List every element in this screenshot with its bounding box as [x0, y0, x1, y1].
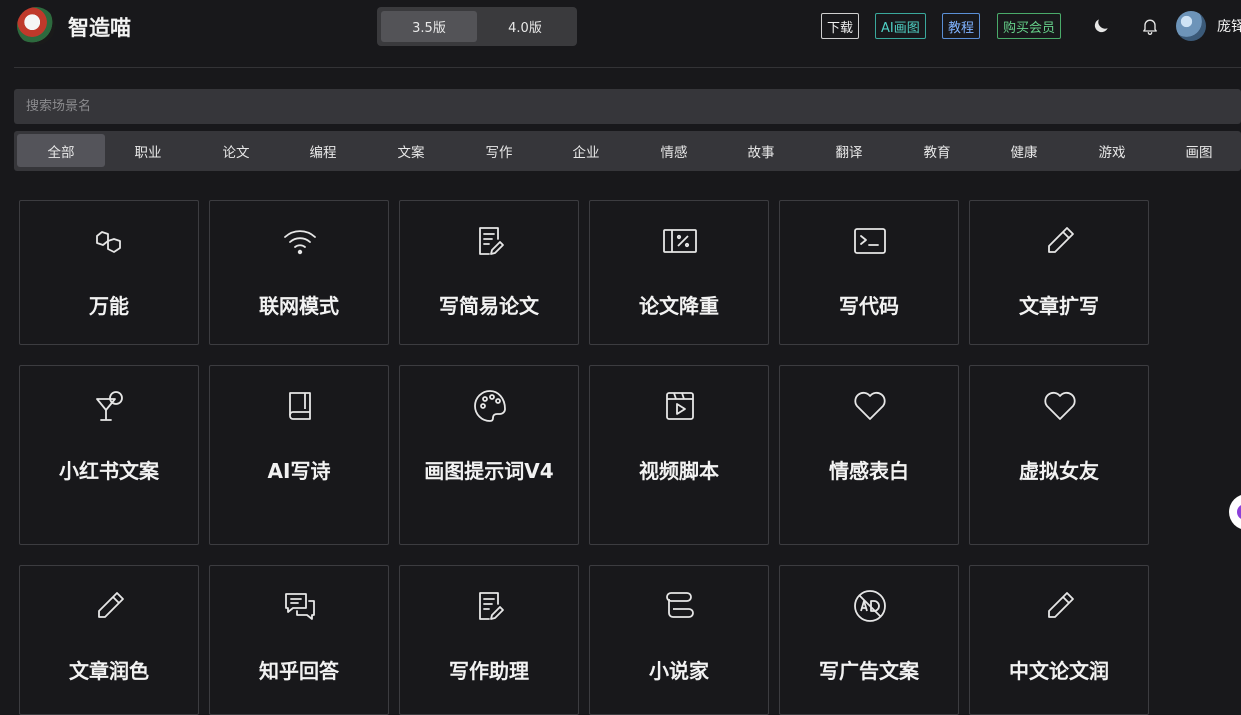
tab-translation[interactable]: 翻译: [805, 134, 893, 167]
top-bar: 智造喵 3.5版 4.0版 下载 AI画图 教程 购买会员 庞铎: [0, 0, 1241, 54]
scroll-icon: [661, 587, 699, 625]
scene-card[interactable]: 联网模式: [209, 200, 389, 345]
heart-icon: [1041, 387, 1079, 425]
scene-card[interactable]: 论文降重: [589, 200, 769, 345]
scene-card-label: 写简易论文: [439, 294, 539, 318]
scene-card-label: 论文降重: [639, 294, 719, 318]
scene-card[interactable]: 小红书文案: [19, 365, 199, 545]
scene-card-label: 虚拟女友: [1019, 459, 1099, 483]
avatar[interactable]: [1176, 11, 1206, 41]
scene-card-label: 画图提示词V4: [424, 459, 554, 483]
version-4-0-option[interactable]: 4.0版: [477, 11, 573, 42]
brand-logo[interactable]: [17, 7, 55, 45]
tab-programming[interactable]: 编程: [279, 134, 367, 167]
brand-name[interactable]: 智造喵: [68, 12, 131, 42]
tutorial-button[interactable]: 教程: [942, 13, 981, 39]
scene-card[interactable]: 中文论文润: [969, 565, 1149, 715]
percent-box-icon: [661, 222, 699, 260]
scene-card-label: 知乎回答: [259, 659, 339, 683]
tab-games[interactable]: 游戏: [1068, 134, 1156, 167]
tab-emotion[interactable]: 情感: [630, 134, 718, 167]
scene-card[interactable]: 写作助理: [399, 565, 579, 715]
username[interactable]: 庞铎: [1217, 16, 1241, 36]
scene-card-label: 小说家: [649, 659, 709, 683]
category-tabs: 全部 职业 论文 编程 文案 写作 企业 情感 故事 翻译 教育 健康 游戏 画…: [14, 131, 1241, 171]
tab-career[interactable]: 职业: [104, 134, 192, 167]
scene-card-label: 写广告文案: [819, 659, 919, 683]
scene-card-label: AI写诗: [267, 459, 331, 483]
scene-card-label: 文章润色: [69, 659, 149, 683]
wifi-icon: [281, 222, 319, 260]
terminal-icon: [851, 222, 889, 260]
download-button[interactable]: 下载: [821, 13, 860, 39]
buy-membership-button[interactable]: 购买会员: [997, 13, 1062, 39]
scene-card-label: 写作助理: [449, 659, 529, 683]
tab-education[interactable]: 教育: [893, 134, 981, 167]
tab-enterprise[interactable]: 企业: [542, 134, 630, 167]
scene-card[interactable]: 文章扩写: [969, 200, 1149, 345]
scene-card-label: 情感表白: [829, 459, 909, 483]
scene-card[interactable]: 文章润色: [19, 565, 199, 715]
document-edit-icon: [471, 587, 509, 625]
scene-card-label: 万能: [89, 294, 129, 318]
bell-icon[interactable]: [1140, 16, 1160, 36]
scene-card[interactable]: 小说家: [589, 565, 769, 715]
pencil-icon: [1041, 222, 1079, 260]
polygon-link-icon: [91, 222, 129, 260]
video-icon: [661, 387, 699, 425]
scene-card-label: 小红书文案: [59, 459, 159, 483]
ad-icon: [851, 587, 889, 625]
scene-card[interactable]: 画图提示词V4: [399, 365, 579, 545]
pencil-icon: [91, 587, 129, 625]
tab-copywriting[interactable]: 文案: [367, 134, 455, 167]
header-divider: [14, 67, 1241, 68]
palette-icon: [471, 387, 509, 425]
scene-card[interactable]: 写广告文案: [779, 565, 959, 715]
version-toggle: 3.5版 4.0版: [377, 7, 577, 46]
version-3-5-option[interactable]: 3.5版: [381, 11, 477, 42]
tab-drawing[interactable]: 画图: [1155, 134, 1241, 167]
chat-icon: [281, 587, 319, 625]
tab-story[interactable]: 故事: [717, 134, 805, 167]
scene-card-label: 联网模式: [259, 294, 339, 318]
scene-card[interactable]: 写代码: [779, 200, 959, 345]
scene-card[interactable]: 万能: [19, 200, 199, 345]
scene-card[interactable]: 虚拟女友: [969, 365, 1149, 545]
tab-health[interactable]: 健康: [980, 134, 1068, 167]
scene-card[interactable]: 知乎回答: [209, 565, 389, 715]
tab-paper[interactable]: 论文: [192, 134, 280, 167]
book-icon: [281, 387, 319, 425]
pencil-icon: [1041, 587, 1079, 625]
scene-card-label: 文章扩写: [1019, 294, 1099, 318]
scene-card-label: 视频脚本: [639, 459, 719, 483]
scene-card[interactable]: 情感表白: [779, 365, 959, 545]
search-input[interactable]: [14, 89, 1241, 124]
scene-card-label: 中文论文润: [1009, 659, 1109, 683]
moon-icon[interactable]: [1091, 16, 1111, 36]
scene-card[interactable]: 写简易论文: [399, 200, 579, 345]
scene-card[interactable]: AI写诗: [209, 365, 389, 545]
ai-draw-button[interactable]: AI画图: [875, 13, 926, 39]
floating-assistant-button[interactable]: [1229, 494, 1241, 530]
tab-all[interactable]: 全部: [17, 134, 105, 167]
cocktail-icon: [91, 387, 129, 425]
scene-card-label: 写代码: [839, 294, 899, 318]
scene-card[interactable]: 视频脚本: [589, 365, 769, 545]
tab-writing[interactable]: 写作: [455, 134, 543, 167]
document-edit-icon: [471, 222, 509, 260]
heart-icon: [851, 387, 889, 425]
